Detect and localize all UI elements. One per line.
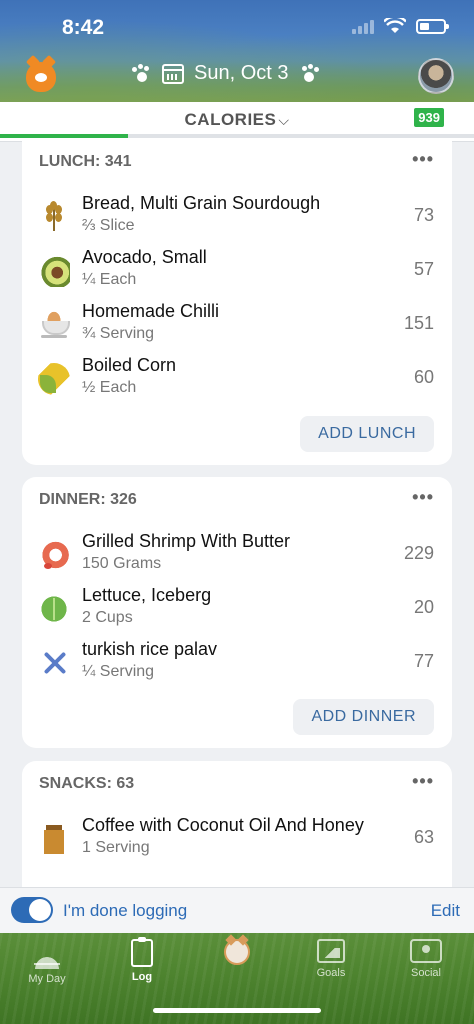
lunch-card: LUNCH: 341 ••• Bread, Multi Grain Sourdo… [22,139,452,465]
food-name: turkish rice palav [82,639,218,659]
food-serving: ⅔ Slice [82,217,135,234]
tab-log[interactable]: Log [107,937,177,983]
signal-icon [352,19,374,34]
done-logging-label: I'm done logging [63,901,188,920]
calendar-icon[interactable] [162,63,184,84]
food-calories: 77 [413,651,434,671]
add-dinner-button[interactable]: ADD DINNER [293,699,434,735]
food-name: Bread, Multi Grain Sourdough [82,193,321,213]
food-serving: ¼ Each [82,271,137,288]
food-calories: 20 [413,597,434,617]
food-serving: ¾ Serving [82,325,155,342]
food-calories: 73 [413,205,434,225]
corn-icon [38,363,70,395]
chevron-down-icon: ⌵ [278,112,290,128]
lunch-title: LUNCH: 341 [39,153,132,170]
status-time: 8:42 [62,16,105,39]
food-calories: 151 [403,313,434,333]
list-item[interactable]: Homemade Chilli ¾ Serving 151 [22,297,452,351]
lunch-more-icon[interactable]: ••• [412,149,434,170]
profile-avatar[interactable] [418,58,454,94]
calories-progress-fill [0,134,128,138]
calories-remaining-badge: 939 [414,108,444,127]
calories-dropdown[interactable]: CALORIES ⌵ [0,110,474,130]
social-icon [410,939,442,963]
food-name: Homemade Chilli [82,301,220,321]
food-serving: 150 Grams [82,555,162,572]
food-serving: 1 Serving [82,839,150,856]
tab-bar: My Day Log Goals Social [0,933,474,1024]
food-serving: 2 Cups [82,609,133,626]
food-name: Coffee with Coconut Oil And Honey [82,815,364,835]
food-calories: 229 [403,543,434,563]
food-name: Grilled Shrimp With Butter [82,531,291,551]
previous-day-paw-icon[interactable] [130,63,152,85]
food-calories: 63 [413,827,434,847]
tab-my-day[interactable]: My Day [12,939,82,985]
food-serving: ½ Each [82,379,137,396]
bowl-icon [38,309,70,341]
clipboard-icon [131,937,153,967]
avocado-icon [38,255,70,287]
food-calories: 60 [413,367,434,387]
edit-button[interactable]: Edit [431,901,460,921]
dinner-more-icon[interactable]: ••• [412,487,434,508]
current-date[interactable]: Sun, Oct 3 [194,62,289,85]
app-logo-icon[interactable] [26,62,56,92]
done-logging-bar: I'm done logging Edit [0,887,474,933]
tab-pet[interactable] [202,939,272,969]
status-icons [352,18,449,34]
food-calories: 57 [413,259,434,279]
battery-icon [416,18,449,34]
tab-label: Social [411,967,441,979]
list-item[interactable]: Lettuce, Iceberg 2 Cups 20 [22,581,452,635]
dinner-card: DINNER: 326 ••• Grilled Shrimp With Butt… [22,477,452,748]
calories-progress-bar [0,134,474,138]
home-indicator [153,1008,321,1013]
list-item[interactable]: turkish rice palav ¼ Serving 77 [22,635,452,689]
goals-icon [317,939,345,963]
tab-social[interactable]: Social [391,939,461,979]
date-navigator: Sun, Oct 3 [130,62,321,85]
list-item[interactable]: Bread, Multi Grain Sourdough ⅔ Slice 73 [22,189,452,243]
tab-label: My Day [28,973,66,985]
list-item[interactable]: Coffee with Coconut Oil And Honey 1 Serv… [22,811,452,865]
tab-goals[interactable]: Goals [296,939,366,979]
food-serving: ¼ Serving [82,663,155,680]
sunrise-icon [32,939,62,969]
tab-label: Goals [316,967,346,979]
next-day-paw-icon[interactable] [299,63,321,85]
tab-label: Log [131,971,153,983]
app-header: 8:42 Sun, Oct 3 [0,0,474,102]
done-logging-toggle[interactable] [11,897,53,923]
calories-label: CALORIES [184,110,277,129]
list-item[interactable]: Boiled Corn ½ Each 60 [22,351,452,405]
food-name: Boiled Corn [82,355,177,375]
dinner-title: DINNER: 326 [39,491,137,508]
food-name: Avocado, Small [82,247,207,267]
list-item[interactable]: Avocado, Small ¼ Each 57 [22,243,452,297]
snacks-more-icon[interactable]: ••• [412,771,434,792]
snacks-title: SNACKS: 63 [39,775,135,792]
lettuce-icon [38,593,70,625]
wifi-icon [384,18,406,33]
add-lunch-button[interactable]: ADD LUNCH [300,416,434,452]
wheat-icon [38,201,70,233]
fork-knife-icon [38,647,70,679]
list-item[interactable]: Grilled Shrimp With Butter 150 Grams 229 [22,527,452,581]
cat-icon [224,939,250,965]
snacks-card: SNACKS: 63 ••• Coffee with Coconut Oil A… [22,761,452,901]
shrimp-icon [38,539,70,571]
jar-icon [38,823,70,855]
food-name: Lettuce, Iceberg [82,585,212,605]
